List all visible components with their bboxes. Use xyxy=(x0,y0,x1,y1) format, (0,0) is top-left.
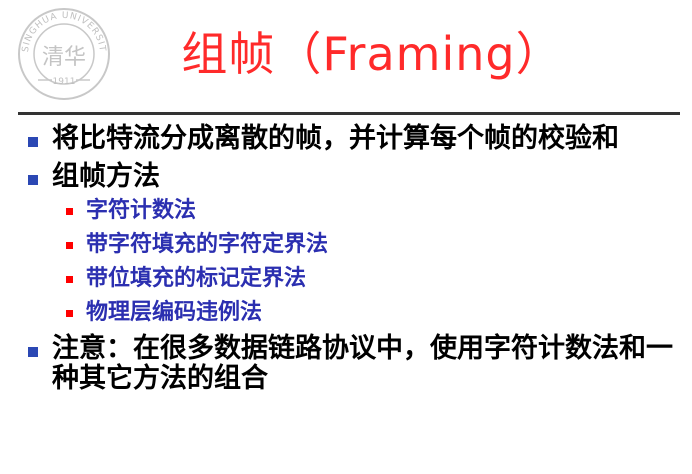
small-square-bullet-icon xyxy=(66,242,73,249)
small-square-bullet-icon xyxy=(66,276,73,283)
square-bullet-icon xyxy=(28,137,38,147)
sub-bullet-bit-stuffing: 带位填充的标记定界法 xyxy=(0,262,692,296)
small-square-bullet-icon xyxy=(66,310,73,317)
sub-bullet-text: 物理层编码违例法 xyxy=(86,300,263,325)
bullet-text: 将比特流分成离散的帧，并计算每个帧的校验和 xyxy=(52,123,619,154)
sub-bullet-character-count: 字符计数法 xyxy=(0,194,692,228)
bullet-text: 注意：在很多数据链路协议中，使用字符计数法和一种其它方法的组合 xyxy=(52,333,673,394)
bullet-item-framing-methods: 组帧方法 xyxy=(0,162,692,192)
small-square-bullet-icon xyxy=(66,208,73,215)
sub-bullet-byte-stuffing: 带字符填充的字符定界法 xyxy=(0,228,692,262)
square-bullet-icon xyxy=(28,175,38,185)
title-divider xyxy=(18,112,680,115)
bullet-text: 组帧方法 xyxy=(52,161,160,192)
sub-bullet-text: 带字符填充的字符定界法 xyxy=(86,232,329,257)
slide-title: 组帧（Framing） xyxy=(181,27,563,81)
bullet-list: 将比特流分成离散的帧，并计算每个帧的校验和 组帧方法 字符计数法 带字符填充的字… xyxy=(0,124,692,394)
sub-bullet-text: 字符计数法 xyxy=(86,198,197,223)
bullet-item-split-frames: 将比特流分成离散的帧，并计算每个帧的校验和 xyxy=(0,124,692,154)
square-bullet-icon xyxy=(28,347,38,357)
bullet-item-note: 注意：在很多数据链路协议中，使用字符计数法和一种其它方法的组合 xyxy=(0,334,692,394)
sub-bullet-text: 带位填充的标记定界法 xyxy=(86,266,307,291)
sub-bullet-physical-coding-violation: 物理层编码违例法 xyxy=(0,296,692,330)
